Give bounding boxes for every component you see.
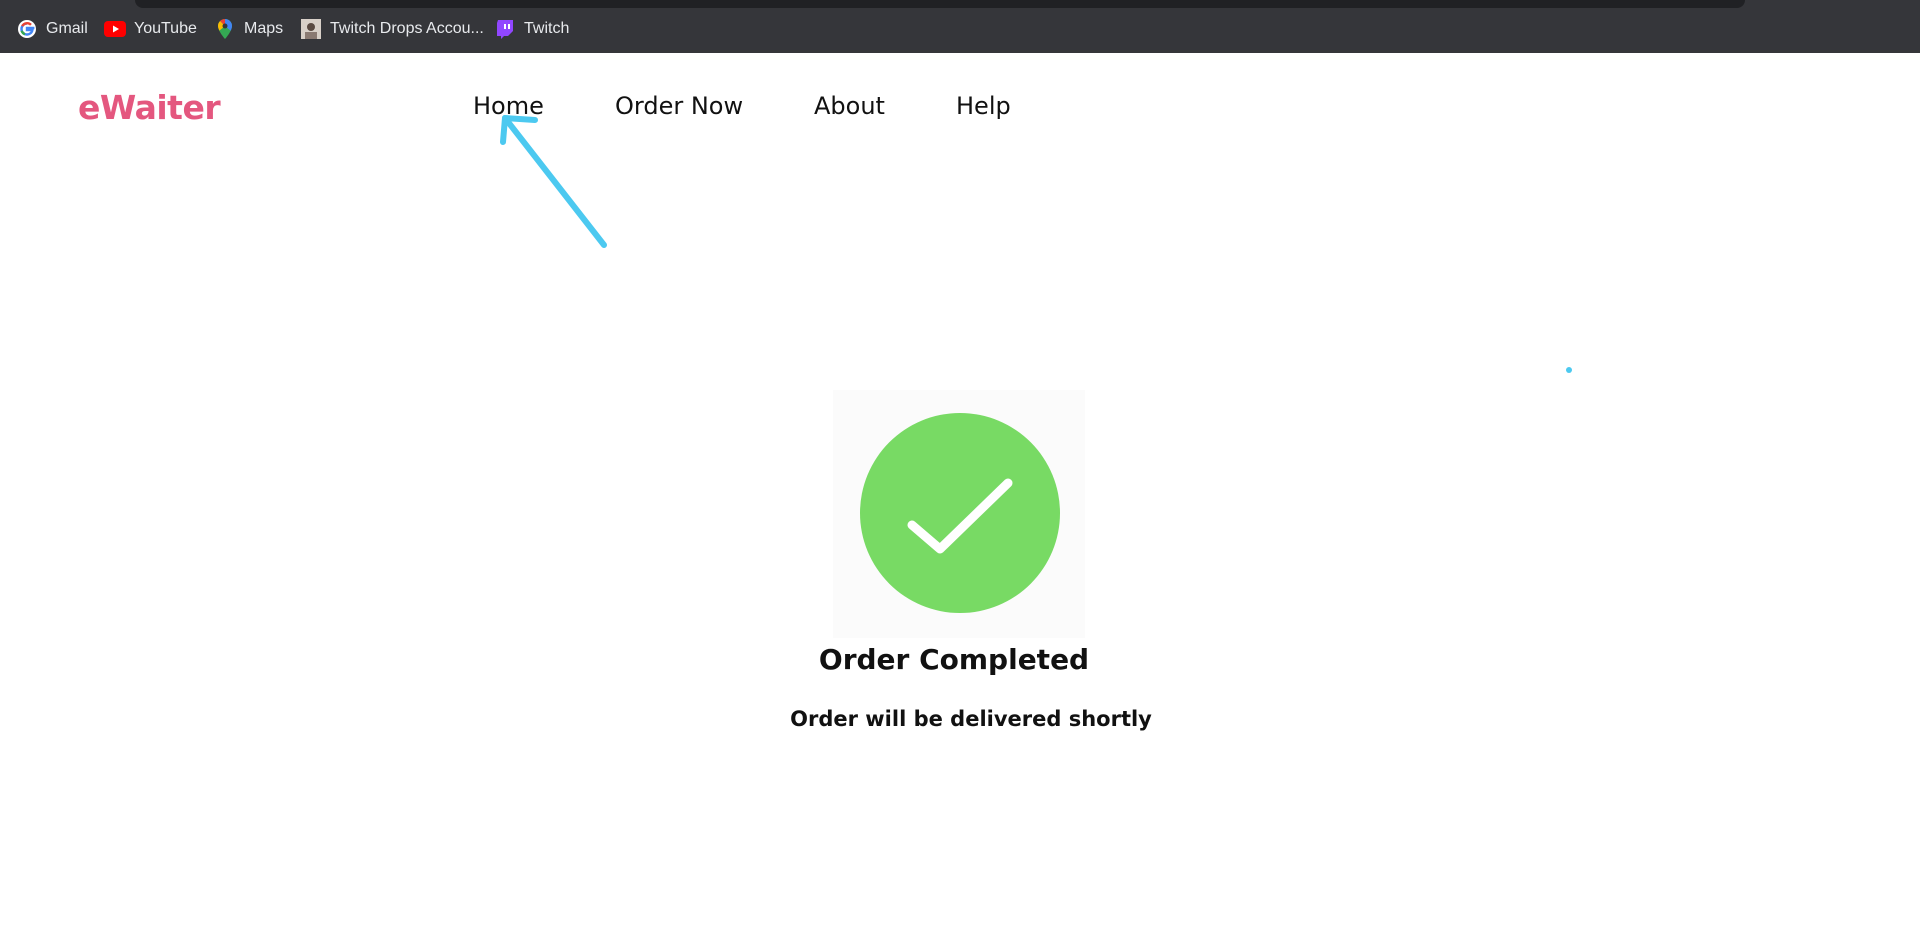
- checkmark-icon: [860, 413, 1060, 613]
- bookmark-label: Maps: [244, 20, 284, 37]
- order-completed-title: Order Completed: [818, 643, 1090, 676]
- bookmark-twitch-drops[interactable]: Twitch Drops Accou...: [300, 17, 484, 41]
- nav-home[interactable]: Home: [473, 92, 544, 120]
- bookmark-label: Twitch Drops Accou...: [330, 20, 484, 37]
- bookmark-label: YouTube: [134, 20, 197, 37]
- nav-order-now[interactable]: Order Now: [615, 92, 743, 120]
- bookmark-label: Gmail: [46, 20, 88, 37]
- bookmark-gmail[interactable]: Gmail: [16, 17, 88, 41]
- twitch-icon: [494, 18, 516, 40]
- bookmark-twitch[interactable]: Twitch: [494, 17, 569, 41]
- address-bar-edge: [135, 0, 1745, 8]
- nav-help[interactable]: Help: [956, 92, 1011, 120]
- maps-pin-icon: [214, 18, 236, 40]
- bookmarks-bar: Gmail YouTube Maps Twitch Drops Accou...…: [0, 0, 1920, 53]
- annotation-dot-icon: [1566, 367, 1572, 373]
- bookmark-maps[interactable]: Maps: [214, 17, 283, 41]
- bookmark-label: Twitch: [524, 20, 570, 37]
- nav-about[interactable]: About: [814, 92, 885, 120]
- profile-thumbnail-icon: [300, 18, 322, 40]
- youtube-icon: [104, 18, 126, 40]
- bookmark-youtube[interactable]: YouTube: [104, 17, 197, 41]
- google-icon: [16, 18, 38, 40]
- site-logo[interactable]: eWaiter: [78, 88, 221, 127]
- order-delivery-message: Order will be delivered shortly: [790, 707, 1152, 731]
